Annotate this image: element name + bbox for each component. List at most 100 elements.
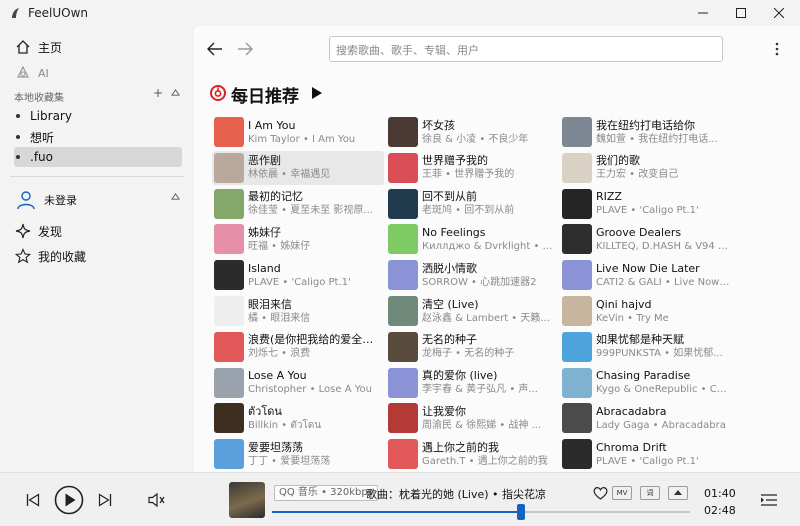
- more-options-icon[interactable]: [770, 38, 784, 60]
- song-cover: [562, 224, 592, 255]
- sidebar-item-ai[interactable]: AI: [14, 64, 49, 82]
- song-title: Lose A You: [248, 369, 307, 383]
- forward-button[interactable]: [234, 38, 256, 60]
- volume-icon[interactable]: [146, 489, 168, 511]
- song-item[interactable]: 最初的记忆 徐佳莹 • 夏至未至 影视原...: [212, 187, 384, 221]
- bullet-icon: [16, 114, 20, 118]
- song-title: 爱要坦荡荡: [248, 440, 303, 454]
- song-item[interactable]: 世界赠予我的 王菲 • 世界赠予我的: [386, 151, 558, 185]
- song-item[interactable]: I Am You Kim Taylor • I Am You: [212, 115, 384, 149]
- song-artist-album: 林依晨 • 幸福遇见: [248, 169, 331, 181]
- song-item[interactable]: 洒脱小情歌 SORROW • 心跳加速器2: [386, 258, 558, 292]
- song-artist-album: 徐良 & 小凌 • 不良少年: [422, 133, 529, 145]
- sidebar-item-discover[interactable]: 发现: [14, 222, 62, 240]
- song-item[interactable]: No Feelings Киллджо & Dvrklight • No...: [386, 222, 558, 256]
- song-cover: [214, 296, 244, 326]
- song-item[interactable]: Abracadabra Lady Gaga • Abracadabra: [560, 401, 732, 435]
- song-item[interactable]: RIZZ PLAVE • 'Caligo Pt.1': [560, 187, 732, 221]
- sidebar-item-want-to-listen[interactable]: 想听: [14, 127, 182, 147]
- like-heart-icon[interactable]: [592, 485, 608, 501]
- song-cover: [388, 224, 418, 255]
- song-item[interactable]: Qini hajvd KeVin • Try Me: [560, 294, 732, 328]
- title-bar: FeelUOwn: [0, 0, 800, 26]
- song-item[interactable]: 恶作剧 林依晨 • 幸福遇见: [212, 150, 384, 185]
- song-item[interactable]: 眼泪来信橘 • 眼泪来信: [212, 294, 384, 328]
- song-item[interactable]: 回不到从前 老斑鸠 • 回不到从前: [386, 187, 558, 221]
- song-artist-album: SORROW • 心跳加速器2: [422, 276, 537, 288]
- song-cover: [388, 296, 418, 326]
- song-title: 无名的种子: [422, 333, 477, 347]
- song-item[interactable]: 爱要坦荡荡 丁丁 • 爱要坦荡荡: [212, 437, 384, 471]
- user-collapse-icon[interactable]: [171, 192, 180, 201]
- song-cover: [214, 367, 244, 398]
- netease-logo-icon: [210, 84, 226, 105]
- sidebar-item-library[interactable]: Library: [14, 106, 182, 126]
- local-collections-heading: 本地收藏集: [14, 93, 64, 104]
- song-artist-album: Gareth.T • 遇上你之前的我: [422, 455, 548, 467]
- song-item[interactable]: 让我爱你 周渝民 & 徐熙娣 • 战神 ...: [386, 401, 558, 435]
- song-title: 洒脱小情歌: [422, 261, 477, 275]
- next-track-button[interactable]: [96, 489, 114, 511]
- sidebar-item-home[interactable]: 主页: [14, 38, 62, 56]
- song-item[interactable]: Chasing Paradise Kygo & OneRepublic • Ca.…: [560, 366, 732, 400]
- add-collection-icon[interactable]: +: [153, 86, 163, 100]
- bullet-icon: [16, 155, 20, 159]
- user-login[interactable]: 未登录: [14, 188, 77, 212]
- playlist-icon[interactable]: [758, 491, 780, 509]
- progress-bar[interactable]: [272, 504, 690, 520]
- eject-icon[interactable]: [668, 486, 688, 500]
- song-cover: [214, 117, 244, 147]
- song-item[interactable]: 我们的歌 王力宏 • 改变自己: [560, 151, 732, 185]
- song-item[interactable]: 姊妹仔 旺福 • 姊妹仔: [212, 222, 384, 256]
- song-item[interactable]: 遇上你之前的我 Gareth.T • 遇上你之前的我: [386, 437, 558, 471]
- song-artist-album: Lady Gaga • Abracadabra: [596, 419, 726, 431]
- song-item[interactable]: Groove Dealers KILLTEQ, D.HASH & V94 • ..…: [560, 222, 732, 256]
- song-title: 姊妹仔: [248, 225, 281, 239]
- song-item[interactable]: 真的爱你 (live) 李宇春 & 黄子弘凡 • 声...: [386, 366, 558, 400]
- search-input[interactable]: 搜索歌曲、歌手、专辑、用户: [329, 36, 723, 62]
- collection-label: Library: [30, 109, 72, 123]
- song-title: 眼泪来信: [248, 297, 292, 311]
- song-item[interactable]: Live Now Die Later CATI2 & GALI • Live No…: [560, 258, 732, 292]
- song-artist-album: 李宇春 & 黄子弘凡 • 声...: [422, 384, 538, 396]
- play-all-button[interactable]: [311, 85, 323, 104]
- song-item[interactable]: ตัวโดน Billkin • ตัวโดน: [212, 401, 384, 435]
- song-artist-album: 赵泳鑫 & Lambert • 天籁...: [422, 312, 550, 324]
- song-title: RIZZ: [596, 190, 622, 204]
- song-cover: [214, 260, 244, 291]
- sidebar-item-favorites[interactable]: 我的收藏: [14, 247, 86, 265]
- song-artist-album: KeVin • Try Me: [596, 312, 669, 324]
- lyrics-button[interactable]: 词: [640, 486, 660, 500]
- song-item[interactable]: Island PLAVE • 'Caligo Pt.1': [212, 258, 384, 292]
- song-cover: [562, 367, 592, 398]
- mv-button[interactable]: MV: [612, 486, 632, 500]
- now-playing-cover[interactable]: [229, 482, 265, 518]
- collection-label: .fuo: [30, 150, 53, 164]
- now-playing-title[interactable]: 歌曲：枕着光的她 (Live) • 指尖花凉: [366, 486, 546, 502]
- song-item[interactable]: 我在纽约打电话给你 魏如萱 • 我在纽约打电话...: [560, 115, 732, 149]
- song-cover: [562, 188, 592, 219]
- back-button[interactable]: [204, 38, 226, 60]
- progress-handle[interactable]: [516, 504, 525, 520]
- song-title: ตัวโดน: [248, 404, 282, 418]
- user-avatar-icon: [14, 188, 38, 212]
- close-button[interactable]: [756, 0, 800, 26]
- sidebar-item-fuo[interactable]: .fuo: [14, 147, 182, 167]
- song-item[interactable]: Lose A You Christopher • Lose A You: [212, 366, 384, 400]
- song-item[interactable]: 如果忧郁是种天赋 999PUNKSTA • 如果忧郁...: [560, 330, 732, 364]
- play-pause-button[interactable]: [53, 484, 85, 516]
- song-cover: [388, 331, 418, 362]
- song-artist-album: 龙梅子 • 无名的种子: [422, 348, 515, 360]
- song-title: 清空 (Live): [422, 297, 479, 311]
- song-artist-album: 刘烁七 • 浪费: [248, 348, 311, 360]
- previous-track-button[interactable]: [24, 489, 42, 511]
- song-item[interactable]: 浪费(是你把我给的爱全都... 刘烁七 • 浪费: [212, 330, 384, 364]
- song-cover: [562, 296, 592, 326]
- song-item[interactable]: 清空 (Live) 赵泳鑫 & Lambert • 天籁...: [386, 294, 558, 328]
- collapse-icon[interactable]: [171, 86, 180, 100]
- song-item[interactable]: 无名的种子 龙梅子 • 无名的种子: [386, 330, 558, 364]
- song-item[interactable]: Chroma Drift PLAVE • 'Caligo Pt.1': [560, 437, 732, 471]
- song-cover: [214, 152, 244, 183]
- song-item[interactable]: 坏女孩 徐良 & 小凌 • 不良少年: [386, 115, 558, 149]
- song-artist-album: 旺福 • 姊妹仔: [248, 240, 311, 252]
